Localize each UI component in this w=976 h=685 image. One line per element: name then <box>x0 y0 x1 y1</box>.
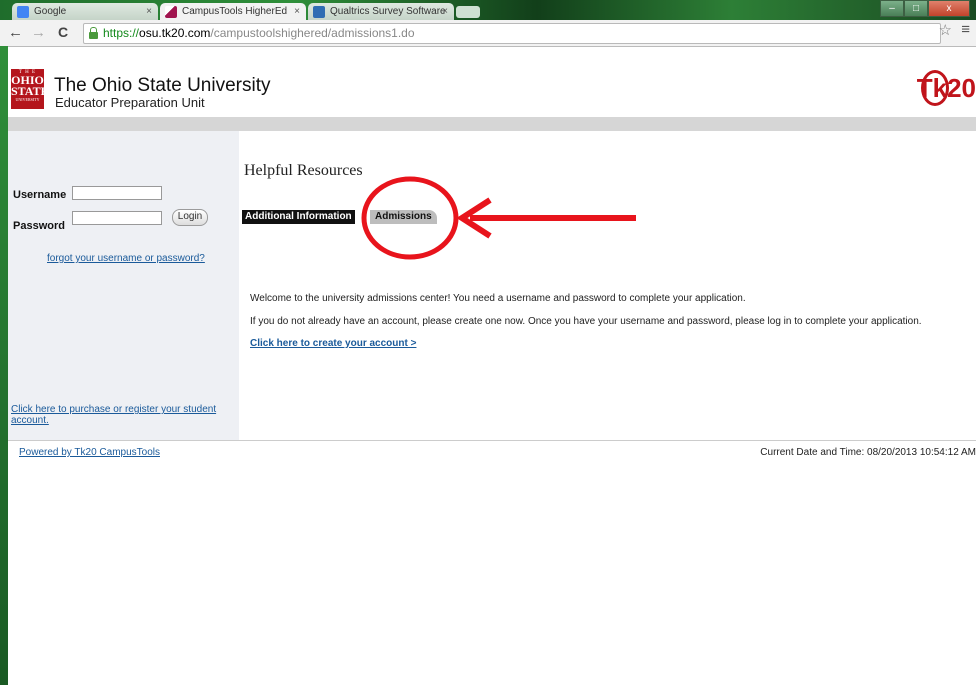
ohio-state-logo: T H E OHIO STATE UNIVERSITY <box>11 69 49 109</box>
minimize-button[interactable]: – <box>880 0 904 17</box>
url-scheme: https:// <box>103 26 140 40</box>
tab-label: CampusTools HigherEd <box>182 6 288 17</box>
campustools-favicon-icon <box>165 6 177 18</box>
new-tab-button[interactable] <box>456 6 480 18</box>
username-input[interactable] <box>72 186 162 200</box>
current-datetime: Current Date and Time: 08/20/2013 10:54:… <box>760 447 976 458</box>
tab-campustools[interactable]: CampusTools HigherEd × <box>160 3 306 20</box>
powered-by-link[interactable]: Powered by Tk20 CampusTools <box>19 447 160 458</box>
university-name: The Ohio State University <box>54 75 271 96</box>
logo-text-mid: OHIO STATE <box>11 73 49 98</box>
tab-additional-information[interactable]: Additional Information <box>242 210 355 224</box>
login-button[interactable]: Login <box>172 209 208 226</box>
reload-icon[interactable]: C <box>58 24 68 40</box>
maximize-button[interactable]: □ <box>904 0 928 17</box>
window-titlebar: Google × CampusTools HigherEd × Qualtric… <box>0 0 976 20</box>
welcome-text: Welcome to the university admissions cen… <box>250 293 746 304</box>
url-path: /campustoolshighered/admissions1.do <box>210 26 415 40</box>
tab-close-icon[interactable]: × <box>442 3 448 20</box>
window-controls: – □ x <box>880 0 970 18</box>
site-header: T H E OHIO STATE UNIVERSITY The Ohio Sta… <box>8 47 976 117</box>
page-title: Helpful Resources <box>244 162 363 179</box>
tab-admissions[interactable]: Admissions <box>370 210 437 224</box>
password-label: Password <box>13 220 65 232</box>
browser-toolbar: ← → C https://osu.tk20.com/campustoolshi… <box>0 20 976 47</box>
lock-icon <box>89 27 98 39</box>
bookmark-star-icon[interactable]: ☆ <box>939 21 952 39</box>
forgot-password-link[interactable]: forgot your username or password? <box>47 253 205 264</box>
tab-google[interactable]: Google × <box>12 3 158 20</box>
tab-label: Google <box>34 6 67 17</box>
page-footer: Powered by Tk20 CampusTools Current Date… <box>8 440 976 461</box>
menu-icon[interactable]: ≡ <box>961 21 970 38</box>
address-bar[interactable]: https://osu.tk20.com/campustoolshighered… <box>83 23 941 44</box>
password-input[interactable] <box>72 211 162 225</box>
login-sidebar: Username Password Login forgot your user… <box>8 131 239 440</box>
forward-arrow-icon[interactable]: → <box>31 24 46 41</box>
window-frame-left <box>0 46 8 685</box>
logo-text-bottom: UNIVERSITY <box>15 97 40 102</box>
instructions-text: If you do not already have an account, p… <box>250 316 922 327</box>
header-divider <box>8 117 976 131</box>
tab-label: Qualtrics Survey Software <box>330 6 446 17</box>
purchase-account-link[interactable]: Click here to purchase or register your … <box>11 404 231 426</box>
url-text: https://osu.tk20.com/campustoolshighered… <box>103 26 415 40</box>
main-content: Helpful Resources Additional Information… <box>239 131 976 440</box>
web-page: T H E OHIO STATE UNIVERSITY The Ohio Sta… <box>8 47 976 685</box>
unit-name: Educator Preparation Unit <box>55 95 205 110</box>
google-favicon-icon <box>17 6 29 18</box>
qualtrics-favicon-icon <box>313 6 325 18</box>
tab-qualtrics[interactable]: Qualtrics Survey Software × <box>308 3 454 20</box>
username-label: Username <box>13 189 67 201</box>
create-account-link[interactable]: Click here to create your account > <box>250 338 416 349</box>
close-window-button[interactable]: x <box>928 0 970 17</box>
tk20-logo: Tk20 <box>916 70 976 106</box>
back-arrow-icon[interactable]: ← <box>8 24 23 41</box>
tab-close-icon[interactable]: × <box>146 3 152 20</box>
url-host: osu.tk20.com <box>139 26 211 40</box>
tab-close-icon[interactable]: × <box>294 3 300 20</box>
